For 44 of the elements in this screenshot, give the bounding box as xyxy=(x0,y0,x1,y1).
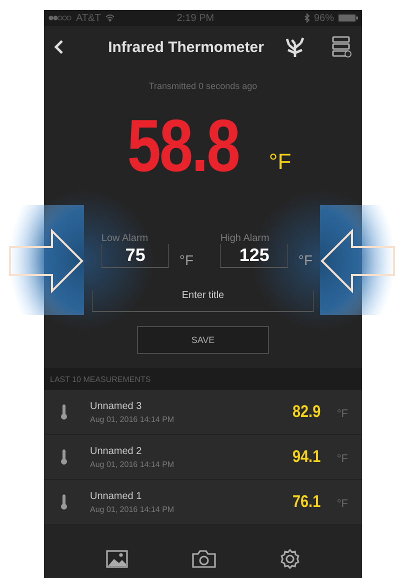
measurement-date: Aug 01, 2016 14:14 PM xyxy=(90,504,176,514)
wifi-icon xyxy=(104,14,115,22)
measurement-unit: °F xyxy=(336,453,348,465)
measurement-name: Unnamed 2 xyxy=(90,446,143,456)
thermometer-icon xyxy=(60,404,68,420)
bluetooth-icon xyxy=(304,13,310,23)
measurement-value: 76.1 xyxy=(292,492,320,512)
title-input[interactable]: Enter title xyxy=(92,290,314,312)
signal-icon xyxy=(48,15,72,21)
alarm-label: High Alarm xyxy=(220,233,270,244)
clock-time: 2:19 PM xyxy=(176,12,214,24)
measurement-date: Aug 01, 2016 14:14 PM xyxy=(90,414,176,424)
measurement-value: 94.1 xyxy=(292,447,320,467)
measurement-row[interactable]: Unnamed 3 Aug 01, 2016 14:14 PM 82.9 °F xyxy=(44,390,362,435)
storage-icon[interactable] xyxy=(332,36,352,58)
screen-title: Infrared Thermometer xyxy=(107,38,265,56)
measurement-unit: °F xyxy=(336,498,348,510)
carrier-label: AT&T xyxy=(76,12,101,24)
thermometer-icon xyxy=(60,449,68,465)
measurement-date: Aug 01, 2016 14:14 PM xyxy=(90,460,176,468)
measurement-row[interactable]: Unnamed 2 Aug 01, 2016 14:14 PM 94.1 °F xyxy=(44,435,362,480)
section-header: LAST 10 MEASUREMENTS xyxy=(44,368,362,390)
measurement-row[interactable]: Unnamed 1 Aug 01, 2016 14:14 PM 76.1 °F xyxy=(44,480,362,525)
alarm-label: Low Alarm xyxy=(101,233,148,244)
alarm-unit: °F xyxy=(179,252,194,268)
battery-percent: 96% xyxy=(314,12,334,24)
measurement-unit: °F xyxy=(336,408,348,420)
settings-icon[interactable] xyxy=(280,549,300,569)
alarm-input[interactable]: 125 xyxy=(220,244,288,268)
camera-icon[interactable] xyxy=(192,550,216,568)
image-icon[interactable] xyxy=(106,550,128,568)
plant-icon[interactable] xyxy=(284,36,306,58)
alarm-unit: °F xyxy=(298,252,313,268)
alarm-input[interactable]: 75 xyxy=(101,244,170,268)
temperature-reading: 58.8 xyxy=(127,109,239,183)
battery-icon xyxy=(338,14,358,22)
measurement-name: Unnamed 3 xyxy=(90,400,143,412)
back-icon[interactable] xyxy=(54,39,64,55)
measurement-value: 82.9 xyxy=(292,402,320,422)
transmitted-status: Transmitted 0 seconds ago xyxy=(148,81,258,91)
measurement-name: Unnamed 1 xyxy=(90,490,143,502)
thermometer-icon xyxy=(60,494,68,510)
temperature-unit: °F xyxy=(268,149,292,175)
save-button[interactable]: SAVE xyxy=(137,326,269,354)
